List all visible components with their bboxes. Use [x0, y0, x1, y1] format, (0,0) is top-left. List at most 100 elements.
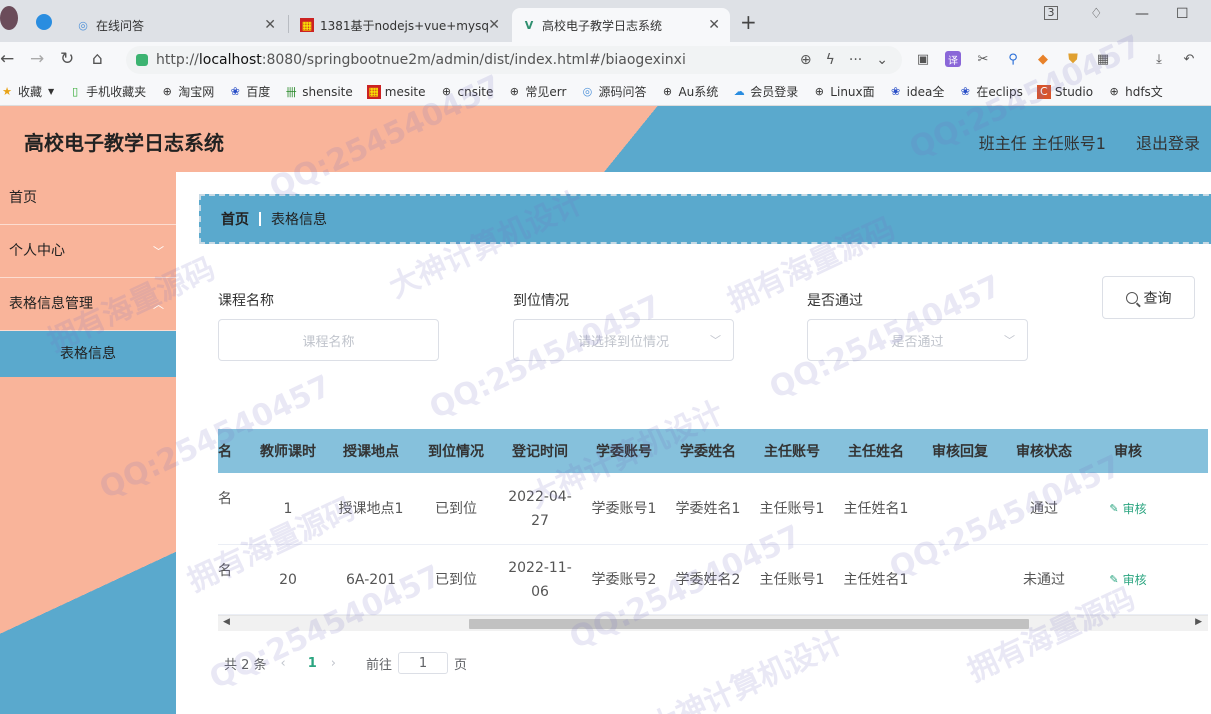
bookmark-item[interactable]: ▯手机收藏夹 — [68, 83, 146, 100]
zoom-icon[interactable]: ⊕ — [800, 52, 812, 68]
bookmark-label: 常见err — [525, 83, 566, 100]
lightning-icon[interactable]: ϟ — [826, 52, 835, 68]
home-icon[interactable]: ⌂ — [92, 49, 103, 69]
scroll-right-icon[interactable]: ▶ — [1195, 617, 1202, 627]
bookmark-item[interactable]: ★收藏▼ — [0, 83, 54, 100]
audit-button[interactable]: ✎审核 — [1109, 568, 1146, 592]
table-cell: 主任姓名1 — [834, 545, 918, 614]
close-tab-icon[interactable]: ✕ — [708, 17, 720, 33]
qa-favicon-icon: ◎ — [76, 18, 90, 32]
column-header: 登记时间 — [498, 429, 582, 473]
table-cell: 主任账号1 — [750, 545, 834, 614]
scroll-left-icon[interactable]: ◀ — [223, 617, 230, 627]
bookmark-item[interactable]: ⊕Au系统 — [660, 83, 718, 100]
attendance-label: 到位情况 — [513, 290, 569, 310]
tab-label: 在线问答 — [96, 17, 144, 34]
forward-icon[interactable]: → — [30, 49, 44, 69]
prev-page-icon[interactable]: ‹ — [281, 656, 286, 671]
shirt-icon[interactable]: ♢ — [1090, 6, 1103, 22]
bookmark-item[interactable]: ⊕ 淘宝网 — [160, 83, 214, 100]
tab-label: 1381基于nodejs+vue+mysq — [320, 17, 489, 34]
paw-icon: ❀ — [958, 85, 972, 99]
sidebar-item-home[interactable]: 首页 — [0, 172, 176, 225]
search-button[interactable]: 查询 — [1102, 276, 1195, 319]
column-header: 审核 — [1086, 429, 1170, 473]
table-header: 名 教师课时 授课地点 到位情况 登记时间 学委账号 学委姓名 主任账号 主任姓… — [218, 429, 1208, 473]
bookmark-label: shensite — [302, 85, 353, 99]
bookmark-item[interactable]: ▦mesite — [367, 85, 426, 99]
passed-select[interactable]: 是否通过 ﹀ — [807, 319, 1028, 361]
column-header: 名 — [218, 429, 248, 473]
bookmark-label: cnsite — [458, 85, 494, 99]
bookmark-item[interactable]: ⊕cnsite — [440, 85, 494, 99]
horizontal-scrollbar[interactable]: ◀ ▶ — [218, 615, 1208, 631]
bookmark-item[interactable]: ⊕常见err — [507, 83, 566, 100]
undo-icon[interactable]: ↶ — [1181, 51, 1197, 67]
back-icon[interactable]: ← — [0, 49, 14, 69]
telegram-icon[interactable] — [36, 14, 52, 30]
scrollbar-thumb[interactable] — [469, 619, 1029, 629]
bookmark-item[interactable]: ❀ 百度 — [228, 83, 270, 100]
search-ext-icon[interactable]: ⚲ — [1005, 51, 1021, 67]
scissors-icon[interactable]: ✂ — [975, 51, 991, 67]
fox-icon[interactable]: ◆ — [1035, 51, 1051, 67]
close-tab-icon[interactable]: ✕ — [264, 17, 276, 33]
caret-down-icon: ▼ — [48, 87, 54, 96]
page-jump-input[interactable]: 1 — [398, 652, 448, 674]
reading-icon[interactable]: ▣ — [915, 51, 931, 67]
page-number[interactable]: 1 — [308, 656, 317, 671]
browser-tab-active[interactable]: V 高校电子教学日志系统 ✕ — [512, 8, 730, 42]
close-tab-icon[interactable]: ✕ — [488, 17, 500, 33]
bookmark-item[interactable]: 卌 shensite — [284, 85, 353, 99]
shield-icon[interactable]: ⛊ — [1065, 51, 1081, 67]
breadcrumb-home[interactable]: 首页 — [221, 209, 249, 229]
paw-icon: ❀ — [228, 85, 242, 99]
bookmarks-bar: ★收藏▼ ▯手机收藏夹 ⊕淘宝网 ❀百度 卌shensite ▦mesite ⊕… — [0, 78, 1211, 106]
bookmark-item[interactable]: CStudio — [1037, 85, 1093, 99]
bookmark-label: mesite — [385, 85, 426, 99]
sidebar-item-personal-center[interactable]: 个人中心 ﹀ — [0, 225, 176, 278]
bookmark-label: 百度 — [246, 83, 270, 100]
tab-count-icon[interactable]: 3 — [1044, 6, 1058, 20]
column-header: 学委姓名 — [666, 429, 750, 473]
download-icon[interactable]: ⤓ — [1151, 51, 1167, 67]
bamboo-icon: 卌 — [284, 85, 298, 99]
bookmark-label: 收藏 — [18, 83, 42, 100]
translate-icon[interactable]: 译 — [945, 51, 961, 67]
attendance-select[interactable]: 请选择到位情况 ﹀ — [513, 319, 734, 361]
table-cell: 名 — [218, 545, 248, 614]
bookmark-label: 手机收藏夹 — [86, 83, 146, 100]
sidebar: 首页 个人中心 ﹀ 表格信息管理 ︿ 表格信息 — [0, 172, 176, 714]
new-tab-button[interactable]: + — [740, 10, 757, 34]
next-page-icon[interactable]: › — [331, 656, 336, 671]
bookmark-label: 淘宝网 — [178, 83, 214, 100]
source-favicon-icon: ▦ — [300, 18, 314, 32]
bookmark-item[interactable]: ⊕Linux面 — [812, 83, 874, 100]
apps-icon[interactable]: ▦ — [1095, 51, 1111, 67]
reload-icon[interactable]: ↻ — [60, 49, 74, 69]
maximize-icon[interactable]: ☐ — [1176, 6, 1189, 22]
bookmark-item[interactable]: ❀ 在eclips — [958, 83, 1023, 100]
sidebar-item-table-management[interactable]: 表格信息管理 ︿ — [0, 278, 176, 331]
globe-icon: ⊕ — [160, 85, 174, 99]
browser-tab-source[interactable]: ▦ 1381基于nodejs+vue+mysq ✕ — [290, 8, 510, 42]
avatar[interactable] — [0, 6, 18, 30]
chevron-down-icon[interactable]: ⌄ — [876, 52, 888, 68]
bookmark-item[interactable]: ❀idea全 — [889, 83, 945, 100]
bookmark-item[interactable]: ◎源码问答 — [580, 83, 646, 100]
bookmark-item[interactable]: ☁会员登录 — [732, 83, 798, 100]
more-icon[interactable]: ··· — [849, 52, 862, 68]
table-cell: 未通过 — [1002, 545, 1086, 614]
table-cell: 学委账号2 — [582, 545, 666, 614]
minimize-icon[interactable]: — — [1135, 6, 1149, 22]
bookmark-label: 在eclips — [976, 83, 1023, 100]
bookmark-item[interactable]: ⊕hdfs文 — [1107, 83, 1163, 100]
audit-button[interactable]: ✎审核 — [1109, 497, 1146, 521]
logout-button[interactable]: 退出登录 — [1136, 130, 1200, 154]
bookmark-label: 源码问答 — [598, 83, 646, 100]
table-row: 名 1 授课地点1 已到位 2022-04-27 学委账号1 学委姓名1 主任账… — [218, 473, 1208, 545]
course-name-input[interactable]: 课程名称 — [218, 319, 439, 361]
sidebar-subitem-table-info[interactable]: 表格信息 — [0, 331, 176, 377]
browser-tab-qa[interactable]: ◎ 在线问答 ✕ — [66, 8, 286, 42]
address-bar[interactable]: http://localhost:8080/springbootnue2m/ad… — [126, 46, 902, 74]
